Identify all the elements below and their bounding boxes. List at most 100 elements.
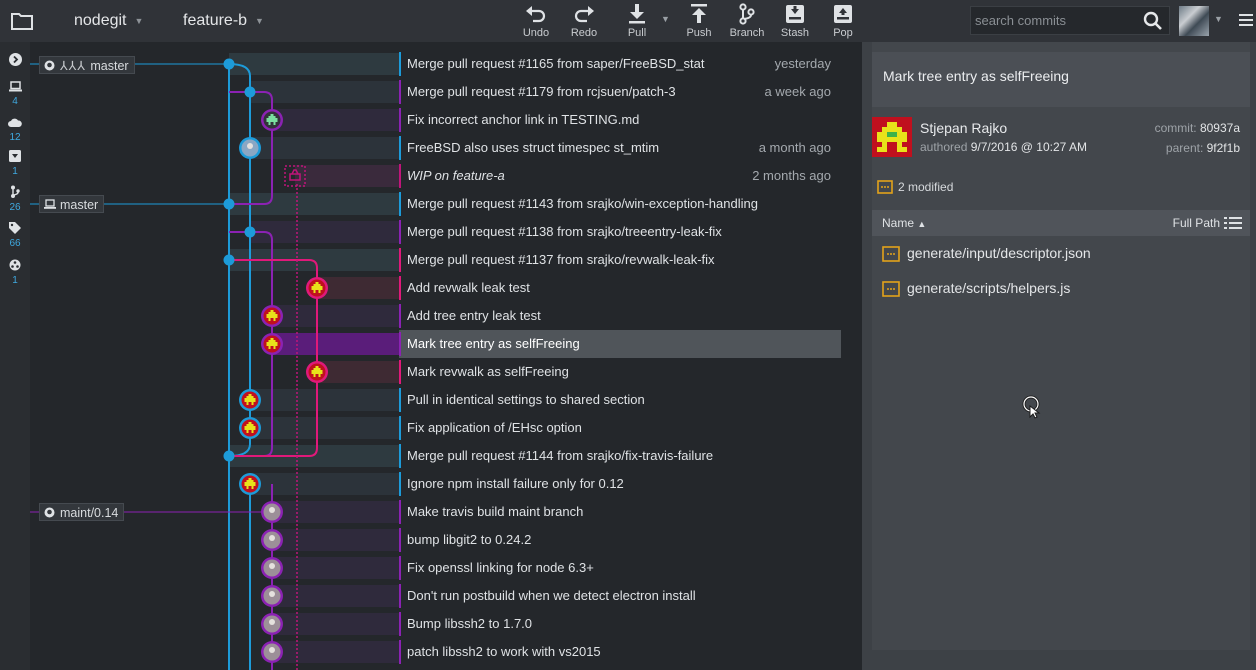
- left-sidebar: 4 12 1 26 66 1: [0, 42, 30, 670]
- commit-time: yesterday: [774, 56, 831, 71]
- commit-message: WIP on feature-a: [407, 168, 505, 183]
- tree-icon: [11, 185, 20, 198]
- commit-message-cell: Merge pull request #1144 from srajko/fix…: [399, 442, 841, 470]
- sidebar-item-submodules[interactable]: 1: [0, 259, 30, 286]
- branch-color-bar: [399, 136, 401, 160]
- branch-color-bar: [399, 164, 401, 188]
- branch-color-bar: [399, 444, 401, 468]
- file-row[interactable]: generate/scripts/helpers.js: [872, 275, 1250, 303]
- commit-time: a week ago: [764, 84, 832, 99]
- author-avatar: [872, 117, 912, 157]
- authored-label: authored: [920, 140, 968, 154]
- branch-selector[interactable]: feature-b ▼: [183, 0, 264, 42]
- commit-row[interactable]: Merge pull request #1137 from srajko/rev…: [30, 246, 862, 274]
- commit-row[interactable]: Fix openssl linking for node 6.3+: [30, 554, 862, 582]
- commit-row[interactable]: Fix application of /EHsc option: [30, 414, 862, 442]
- commit-message: Merge pull request #1137 from srajko/rev…: [407, 252, 715, 267]
- user-avatar[interactable]: [1179, 6, 1209, 36]
- commit-message: Ignore npm install failure only for 0.12: [407, 476, 624, 491]
- commit-row[interactable]: Ignore npm install failure only for 0.12: [30, 470, 862, 498]
- ref-label-remote-master[interactable]: ⅄⅄⅄ master: [39, 56, 135, 74]
- commit-summary-box[interactable]: Mark tree entry as selfFreeing: [872, 52, 1250, 107]
- branch-color-bar: [399, 584, 401, 608]
- sort-by-name[interactable]: Name ▲: [882, 216, 926, 230]
- tag-icon: [9, 222, 21, 234]
- ref-label-local-master[interactable]: master: [39, 195, 105, 213]
- open-repo-button[interactable]: [0, 0, 44, 42]
- commit-row[interactable]: Bump libssh2 to 1.7.0: [30, 610, 862, 638]
- commit-row[interactable]: Merge pull request #1179 from rcjsuen/pa…: [30, 78, 862, 106]
- commit-row[interactable]: Add tree entry leak test: [30, 302, 862, 330]
- commit-row[interactable]: Merge pull request #1143 from srajko/win…: [30, 190, 862, 218]
- redo-button[interactable]: Redo: [561, 0, 607, 42]
- commit-row[interactable]: Merge pull request #1138 from srajko/tre…: [30, 218, 862, 246]
- repo-selector[interactable]: nodegit ▼: [74, 0, 143, 42]
- commit-row[interactable]: Don't run postbuild when we detect elect…: [30, 582, 862, 610]
- author-name: Stjepan Rajko: [920, 120, 1008, 136]
- chevron-down-icon[interactable]: ▼: [1214, 14, 1223, 24]
- push-label: Push: [686, 27, 712, 39]
- branch-color-bar: [399, 52, 401, 76]
- commit-message-cell: Fix openssl linking for node 6.3+: [399, 554, 841, 582]
- commit-row[interactable]: Merge pull request #1144 from srajko/fix…: [30, 442, 862, 470]
- commit-message-cell: Make travis build maint branch: [399, 498, 841, 526]
- chevron-right-circle-icon: [8, 53, 22, 66]
- sidebar-item-local[interactable]: 4: [0, 80, 30, 107]
- commit-message: Add tree entry leak test: [407, 308, 541, 323]
- commit-message-cell: Merge pull request #1143 from srajko/win…: [399, 190, 841, 218]
- commit-row[interactable]: Make travis build maint branch: [30, 498, 862, 526]
- commit-message: Add revwalk leak test: [407, 280, 530, 295]
- undo-button[interactable]: Undo: [513, 0, 559, 42]
- sidebar-item-tags[interactable]: 66: [0, 222, 30, 249]
- stash-button[interactable]: Stash: [772, 0, 818, 42]
- branch-color-bar: [399, 248, 401, 272]
- sidebar-toggle[interactable]: [0, 53, 30, 69]
- sidebar-item-branches[interactable]: 26: [0, 185, 30, 213]
- push-button[interactable]: Push: [676, 0, 722, 42]
- commit-row[interactable]: Pull in identical settings to shared sec…: [30, 386, 862, 414]
- branch-color-bar: [399, 192, 401, 216]
- commit-message: bump libgit2 to 0.24.2: [407, 532, 532, 547]
- pop-label: Pop: [833, 27, 853, 39]
- ref-label-maint[interactable]: maint/0.14: [39, 503, 125, 521]
- commit-message: Mark revwalk as selfFreeing: [407, 364, 569, 379]
- commit-row[interactable]: Mark tree entry as selfFreeing: [30, 330, 862, 358]
- commit-message: Bump libssh2 to 1.7.0: [407, 616, 533, 631]
- branch-button[interactable]: Branch: [724, 0, 770, 42]
- sidebar-item-remote[interactable]: 12: [0, 116, 30, 143]
- sidebar-item-pull-requests[interactable]: 1: [0, 150, 30, 177]
- pull-button[interactable]: Pull: [614, 0, 660, 42]
- pull-label: Pull: [627, 27, 647, 39]
- push-icon: [691, 4, 707, 23]
- commit-message-cell: Merge pull request #1138 from srajko/tre…: [399, 218, 841, 246]
- commit-row[interactable]: FreeBSD also uses struct timespec st_mti…: [30, 134, 862, 162]
- commit-row[interactable]: Merge pull request #1165 from saper/Free…: [30, 50, 862, 78]
- commit-row[interactable]: bump libgit2 to 0.24.2: [30, 526, 862, 554]
- sort-asc-icon: ▲: [917, 219, 927, 229]
- search-icon[interactable]: [1143, 11, 1163, 31]
- hamburger-menu-icon[interactable]: [1239, 14, 1253, 26]
- stash-label: Stash: [780, 27, 810, 39]
- parent-sha[interactable]: 9f2f1b: [1207, 141, 1240, 155]
- pop-icon: [834, 5, 852, 23]
- commit-row[interactable]: Fix incorrect anchor link in TESTING.md: [30, 106, 862, 134]
- commit-row[interactable]: Add revwalk leak test: [30, 274, 862, 302]
- full-path-toggle[interactable]: Full Path: [1173, 216, 1220, 230]
- file-row[interactable]: generate/input/descriptor.json: [872, 240, 1250, 268]
- undo-label: Undo: [522, 27, 550, 39]
- commit-sha[interactable]: 80937a: [1200, 121, 1240, 135]
- file-name: generate/scripts/helpers.js: [907, 280, 1071, 296]
- list-view-icon[interactable]: [1224, 217, 1242, 229]
- commit-row[interactable]: patch libssh2 to work with vs2015: [30, 638, 862, 666]
- branch-icon: [739, 3, 755, 25]
- submodule-icon: [9, 259, 21, 271]
- authored-date: 9/7/2016 @ 10:27 AM: [970, 140, 1087, 154]
- commit-row[interactable]: WIP on feature-a 2 months ago: [30, 162, 862, 190]
- pull-options-chevron-icon[interactable]: ▼: [661, 14, 670, 24]
- undo-icon: [526, 6, 546, 23]
- search-input[interactable]: [971, 7, 1144, 34]
- commit-message: Merge pull request #1143 from srajko/win…: [407, 196, 758, 211]
- branch-color-bar: [399, 612, 401, 636]
- commit-row[interactable]: Mark revwalk as selfFreeing: [30, 358, 862, 386]
- pop-button[interactable]: Pop: [820, 0, 866, 42]
